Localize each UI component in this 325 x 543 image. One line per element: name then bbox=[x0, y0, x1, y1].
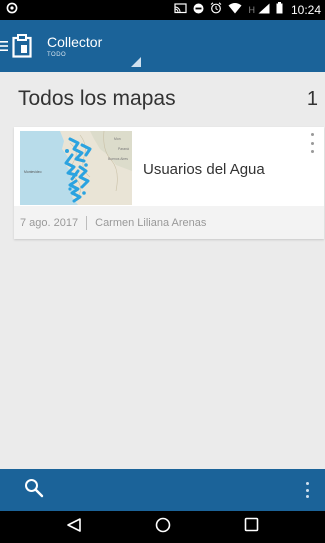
bottom-action-bar bbox=[0, 469, 325, 511]
app-bar: Collector TODO bbox=[0, 20, 325, 72]
thumbnail-label-montevideo: Montevideo bbox=[24, 170, 42, 174]
wifi-icon bbox=[228, 1, 242, 19]
cast-icon bbox=[174, 1, 188, 19]
map-card-content[interactable]: Mon Paraná Buenos Aires Montevideo Usuar… bbox=[14, 127, 324, 205]
status-right: H 10:24 bbox=[174, 1, 321, 19]
app-title: Collector bbox=[47, 33, 103, 50]
maps-title: Todos los mapas bbox=[18, 87, 176, 110]
maps-count: 1 bbox=[306, 87, 318, 110]
status-bar: H 10:24 bbox=[0, 0, 325, 20]
map-overflow-menu-icon[interactable] bbox=[308, 133, 316, 153]
map-thumbnail[interactable]: Mon Paraná Buenos Aires Montevideo bbox=[20, 131, 132, 205]
menu-dot bbox=[306, 482, 309, 485]
status-time: 10:24 bbox=[290, 3, 321, 17]
thumbnail-label-buenos-aires: Buenos Aires bbox=[108, 157, 128, 161]
app-notification-icon bbox=[6, 1, 18, 19]
alarm-icon bbox=[210, 1, 222, 19]
map-card-footer: 7 ago. 2017 Carmen Liliana Arenas bbox=[14, 206, 324, 239]
recents-icon[interactable] bbox=[244, 517, 259, 537]
navigation-drawer-icon[interactable] bbox=[0, 20, 10, 72]
network-type-label: H bbox=[248, 5, 255, 15]
system-navigation-bar bbox=[0, 511, 325, 543]
battery-icon bbox=[276, 1, 283, 19]
map-card[interactable]: Mon Paraná Buenos Aires Montevideo Usuar… bbox=[14, 127, 324, 239]
status-left bbox=[6, 1, 174, 19]
signal-icon bbox=[258, 1, 270, 19]
maps-header: Todos los mapas 1 bbox=[18, 86, 318, 112]
collector-logo-icon bbox=[11, 33, 33, 59]
do-not-disturb-icon bbox=[193, 1, 204, 19]
thumbnail-label-parana: Paraná bbox=[118, 147, 129, 151]
menu-dot bbox=[310, 133, 314, 136]
map-owner: Carmen Liliana Arenas bbox=[95, 216, 207, 229]
map-title[interactable]: Usuarios del Agua bbox=[143, 161, 265, 178]
menu-dot bbox=[306, 495, 309, 498]
app-subtitle: TODO bbox=[47, 51, 67, 58]
menu-dot bbox=[310, 141, 314, 145]
overflow-menu-icon[interactable] bbox=[306, 482, 309, 498]
search-icon[interactable] bbox=[24, 478, 44, 503]
footer-separator bbox=[86, 215, 88, 230]
screen: H 10:24 Collector TODO Todos los mapas 1… bbox=[0, 0, 325, 543]
menu-dot bbox=[310, 150, 314, 153]
menu-dot bbox=[306, 488, 309, 492]
back-icon[interactable] bbox=[66, 517, 82, 538]
map-date: 7 ago. 2017 bbox=[20, 216, 79, 229]
thumbnail-label-mon: Mon bbox=[114, 137, 121, 141]
home-icon[interactable] bbox=[155, 517, 171, 538]
project-selector[interactable]: Collector TODO bbox=[47, 35, 102, 58]
